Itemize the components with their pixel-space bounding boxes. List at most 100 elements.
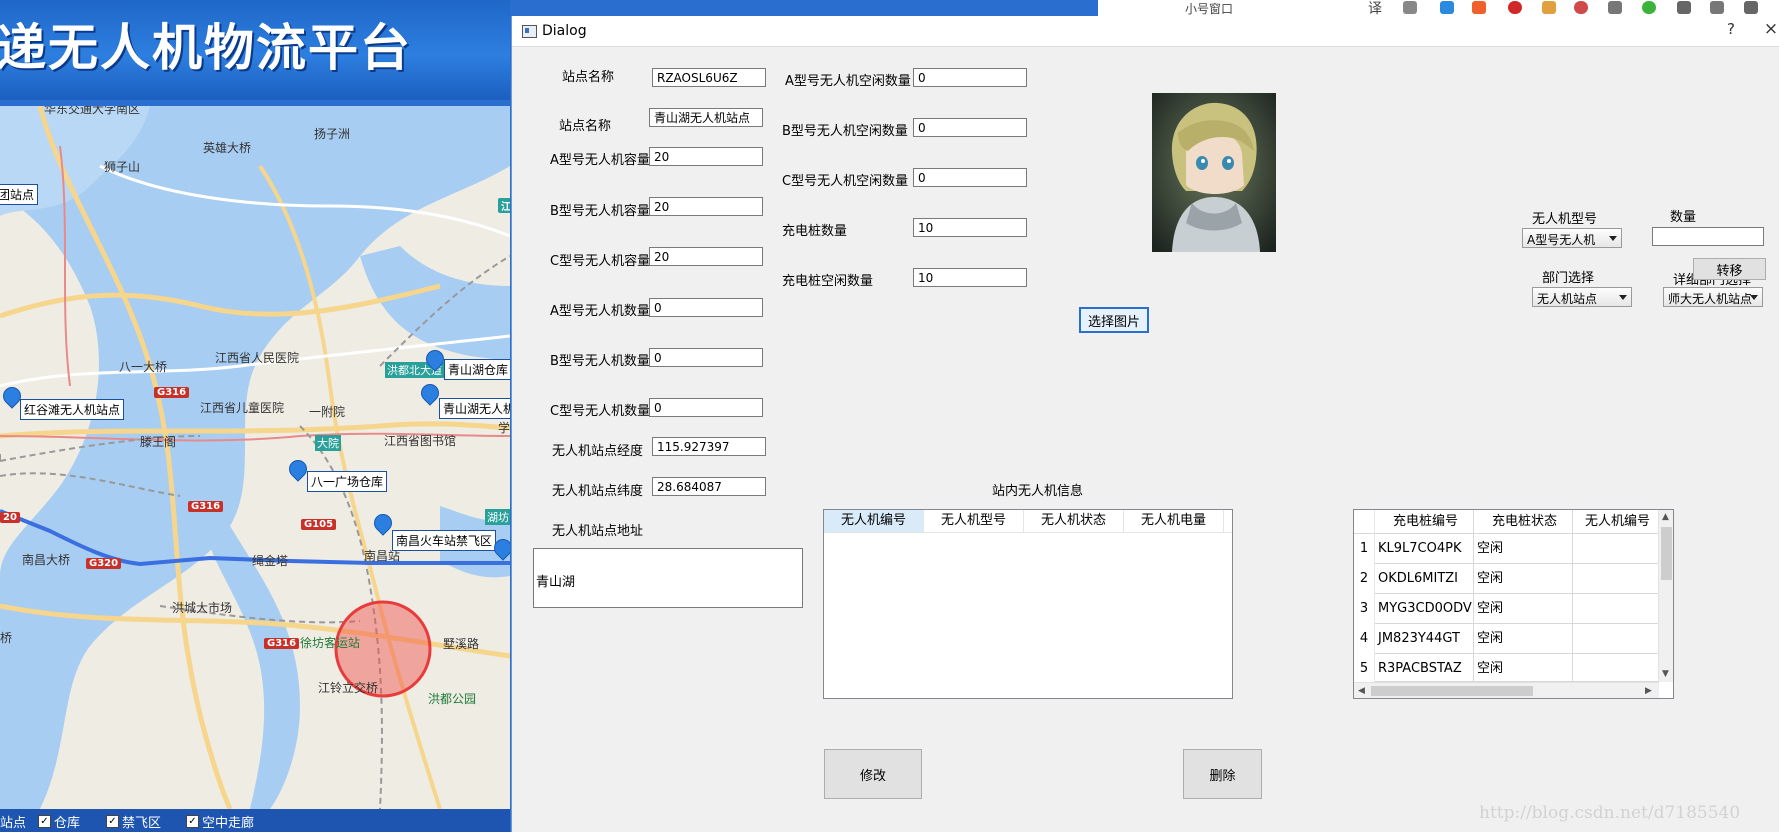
scroll-up-icon[interactable]: ▲ bbox=[1662, 512, 1669, 522]
a-count-field[interactable] bbox=[649, 298, 763, 317]
checkbox-checked-icon[interactable]: ✓ bbox=[38, 815, 51, 828]
layer-toggle-nofly[interactable]: ✓ 禁飞区 bbox=[106, 812, 161, 831]
map-view[interactable]: 华东交通大学南区 扬子洲 英雄大桥 狮子山 八一大桥 江西省人民医院 江西省儿童… bbox=[0, 106, 510, 809]
map-marker-label[interactable]: 青山湖仓库 bbox=[444, 359, 510, 380]
modify-button[interactable]: 修改 bbox=[824, 749, 922, 799]
table-row[interactable]: 3 MYG3CD0ODV 空闲 bbox=[1354, 594, 1659, 624]
map-place: 学 bbox=[498, 421, 510, 435]
charger-id-cell[interactable]: OKDL6MITZI bbox=[1375, 564, 1474, 594]
column-header[interactable]: 无人机型号 bbox=[924, 510, 1024, 532]
app-title: 递无人机物流平台 bbox=[0, 19, 412, 77]
drone-table[interactable]: 无人机编号 无人机型号 无人机状态 无人机电量 bbox=[823, 509, 1233, 699]
quantity-field[interactable] bbox=[1652, 227, 1764, 246]
help-button[interactable]: ? bbox=[1721, 20, 1741, 38]
video-icon[interactable] bbox=[1472, 1, 1486, 14]
b-idle-field[interactable] bbox=[913, 118, 1027, 137]
latitude-field[interactable] bbox=[652, 477, 766, 496]
c-idle-field[interactable] bbox=[913, 168, 1027, 187]
b-capacity-field[interactable] bbox=[649, 197, 763, 216]
scrollbar-thumb[interactable] bbox=[1371, 686, 1533, 696]
column-header[interactable]: 无人机编号 bbox=[824, 510, 924, 532]
scissors-icon[interactable] bbox=[1710, 1, 1724, 14]
layer-toggle-warehouse[interactable]: ✓ 仓库 bbox=[38, 812, 80, 831]
column-header[interactable]: 充电桩状态 bbox=[1474, 510, 1573, 534]
drone-table-title: 站内无人机信息 bbox=[992, 484, 1084, 499]
table-row[interactable]: 5 R3PACBSTAZ 空闲 bbox=[1354, 654, 1659, 682]
drone-id-cell[interactable] bbox=[1573, 624, 1659, 654]
charger-idle-field[interactable] bbox=[913, 268, 1027, 287]
charger-id-cell[interactable]: R3PACBSTAZ bbox=[1375, 654, 1474, 682]
layer-toggle-sites[interactable]: 站点 bbox=[0, 812, 26, 831]
charger-status-cell[interactable]: 空闲 bbox=[1474, 594, 1573, 624]
charger-id-cell[interactable]: JM823Y44GT bbox=[1375, 624, 1474, 654]
download-icon[interactable] bbox=[1677, 1, 1691, 14]
map-place: 洪城大市场 bbox=[172, 601, 233, 615]
column-header[interactable]: 无人机电量 bbox=[1124, 510, 1224, 532]
map-place: 一附院 bbox=[309, 405, 346, 419]
column-header[interactable]: 充电桩编号 bbox=[1375, 510, 1474, 534]
column-header[interactable]: 无人机状态 bbox=[1024, 510, 1124, 532]
tool-icon[interactable] bbox=[1608, 1, 1622, 14]
notes-icon[interactable] bbox=[1542, 1, 1556, 14]
play-icon[interactable] bbox=[1440, 1, 1454, 14]
menu-icon[interactable] bbox=[1744, 1, 1758, 14]
delete-button[interactable]: 删除 bbox=[1183, 749, 1262, 799]
table-row[interactable]: 1 KL9L7CO4PK 空闲 bbox=[1354, 534, 1659, 564]
charger-table[interactable]: 充电桩编号 充电桩状态 无人机编号 1 KL9L7CO4PK 空闲 2 OKDL… bbox=[1353, 509, 1674, 699]
station-name-field[interactable] bbox=[649, 108, 763, 127]
map-marker-label[interactable]: 青山湖无人机 bbox=[439, 398, 510, 419]
charger-status-cell[interactable]: 空闲 bbox=[1474, 534, 1573, 564]
longitude-field[interactable] bbox=[652, 437, 766, 456]
corner-cell[interactable] bbox=[1354, 510, 1375, 534]
map-marker-label[interactable]: 南昌火车站禁飞区 bbox=[392, 530, 497, 551]
dept-select[interactable]: 无人机站点 bbox=[1532, 287, 1632, 307]
drone-id-cell[interactable] bbox=[1573, 654, 1659, 682]
scroll-right-icon[interactable]: ▶ bbox=[1645, 686, 1652, 696]
a-idle-field[interactable] bbox=[913, 68, 1027, 87]
checkbox-checked-icon[interactable]: ✓ bbox=[106, 815, 119, 828]
wechat-icon[interactable] bbox=[1642, 1, 1656, 14]
drone-id-cell[interactable] bbox=[1573, 564, 1659, 594]
charger-status-cell[interactable]: 空闲 bbox=[1474, 654, 1573, 682]
column-header[interactable]: 无人机编号 bbox=[1573, 510, 1659, 534]
vertical-scrollbar[interactable]: ▲ ▼ bbox=[1658, 510, 1673, 682]
dialog-titlebar[interactable]: Dialog ? × bbox=[512, 16, 1779, 47]
address-textarea[interactable]: 青山湖 bbox=[533, 548, 803, 608]
drone-id-cell[interactable] bbox=[1573, 534, 1659, 564]
horizontal-scrollbar[interactable]: ◀ ▶ bbox=[1354, 682, 1659, 698]
b-count-field[interactable] bbox=[649, 348, 763, 367]
table-row[interactable]: 4 JM823Y44GT 空闲 bbox=[1354, 624, 1659, 654]
chevron-down-icon bbox=[1609, 236, 1617, 241]
charger-status-cell[interactable]: 空闲 bbox=[1474, 624, 1573, 654]
detail-dept-select[interactable]: 师大无人机站点 bbox=[1663, 287, 1763, 307]
checkbox-checked-icon[interactable]: ✓ bbox=[186, 815, 199, 828]
weibo-icon[interactable] bbox=[1574, 1, 1588, 14]
bulb-icon[interactable] bbox=[1403, 1, 1417, 14]
select-image-button[interactable]: 选择图片 bbox=[1079, 307, 1149, 333]
close-button[interactable]: × bbox=[1762, 19, 1779, 39]
map-place: 墅溪路 bbox=[443, 637, 480, 651]
charger-id-cell[interactable]: KL9L7CO4PK bbox=[1375, 534, 1474, 564]
a-capacity-field[interactable] bbox=[649, 147, 763, 166]
map-marker-label[interactable]: 八一广场仓库 bbox=[307, 471, 388, 492]
c-count-field[interactable] bbox=[649, 398, 763, 417]
map-marker-label[interactable]: 团站点 bbox=[0, 184, 39, 205]
adblock-icon[interactable] bbox=[1508, 1, 1522, 14]
c-capacity-field[interactable] bbox=[649, 247, 763, 266]
table-row[interactable]: 2 OKDL6MITZI 空闲 bbox=[1354, 564, 1659, 594]
scrollbar-thumb[interactable] bbox=[1661, 527, 1672, 580]
road-badge: G316 bbox=[154, 387, 190, 398]
drone-id-cell[interactable] bbox=[1573, 594, 1659, 624]
scroll-left-icon[interactable]: ◀ bbox=[1358, 686, 1365, 696]
charger-id-cell[interactable]: MYG3CD0ODV bbox=[1375, 594, 1474, 624]
layer-toggle-corridor[interactable]: ✓ 空中走廊 bbox=[186, 812, 254, 831]
charger-status-cell[interactable]: 空闲 bbox=[1474, 564, 1573, 594]
map-marker-label[interactable]: 红谷滩无人机站点 bbox=[20, 399, 125, 420]
station-code-field[interactable] bbox=[652, 68, 766, 87]
charger-count-field[interactable] bbox=[913, 218, 1027, 237]
small-window-label[interactable]: 小号窗口 bbox=[1185, 0, 1233, 17]
drone-model-select[interactable]: A型号无人机 bbox=[1522, 228, 1622, 248]
row-number: 2 bbox=[1354, 564, 1375, 594]
scroll-down-icon[interactable]: ▼ bbox=[1662, 669, 1669, 679]
transfer-button[interactable]: 转移 bbox=[1693, 258, 1766, 280]
